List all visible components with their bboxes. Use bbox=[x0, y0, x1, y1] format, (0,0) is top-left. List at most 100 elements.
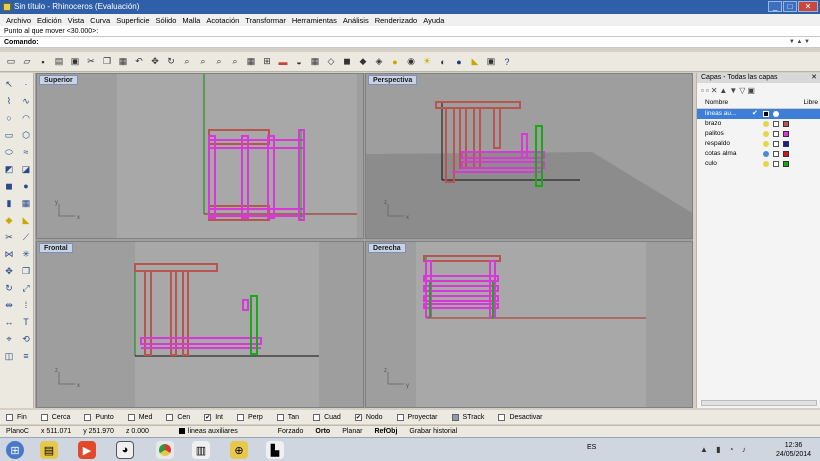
copy-tool-icon[interactable]: ❐ bbox=[18, 263, 34, 279]
arc-icon[interactable]: ◠ bbox=[18, 110, 34, 126]
mesh-icon[interactable]: ▦ bbox=[18, 195, 34, 211]
osnap-desactivar[interactable]: Desactivar bbox=[498, 413, 543, 421]
checkbox[interactable] bbox=[276, 413, 284, 421]
menu-archivo[interactable]: Archivo bbox=[3, 16, 34, 25]
mode-orto[interactable]: Orto bbox=[315, 428, 330, 435]
osnap-perp[interactable]: Perp bbox=[236, 413, 263, 421]
checkbox[interactable] bbox=[6, 413, 13, 421]
paste-icon[interactable]: ▦ bbox=[116, 55, 130, 69]
layer-row[interactable]: respaldo bbox=[697, 139, 820, 149]
delete-layer-icon[interactable]: ✕ bbox=[711, 86, 718, 95]
rhino-taskbar-icon[interactable]: ◕ bbox=[116, 441, 134, 459]
viewport-perspective[interactable]: z x Perspectiva bbox=[365, 73, 693, 239]
filter-icon[interactable]: ▽ bbox=[739, 86, 745, 95]
extrude-icon[interactable]: ◪ bbox=[18, 161, 34, 177]
rendered-icon[interactable]: ◆ bbox=[356, 55, 370, 69]
tray-icons[interactable]: ▲ ▮ ◔ ♪ bbox=[700, 445, 749, 454]
pan-icon[interactable]: ✥ bbox=[148, 55, 162, 69]
checkbox[interactable] bbox=[451, 413, 459, 421]
checkbox-checked[interactable]: ✔ bbox=[204, 413, 212, 421]
menu-transformar[interactable]: Transformar bbox=[242, 16, 289, 25]
dimension-icon[interactable]: ↔ bbox=[1, 314, 17, 330]
move-up-icon[interactable]: ▲ bbox=[719, 86, 727, 95]
viewport-tab-perspective[interactable]: Perspectiva bbox=[368, 75, 418, 85]
command-options-icon[interactable]: ▼ ▲ ▼ bbox=[789, 37, 810, 48]
array-icon[interactable]: ⁞ bbox=[18, 297, 34, 313]
command-prompt[interactable]: Comando: ▼ ▲ ▼ bbox=[0, 37, 820, 48]
bulb-icon[interactable] bbox=[763, 151, 769, 157]
viewport-tab-top[interactable]: Superior bbox=[39, 75, 78, 85]
layer-tool-icon[interactable]: ≡ bbox=[18, 348, 34, 364]
checkbox[interactable] bbox=[166, 413, 174, 421]
lock-icon[interactable] bbox=[773, 151, 779, 157]
language-indicator[interactable]: ES bbox=[587, 444, 596, 451]
checkbox[interactable] bbox=[127, 413, 135, 421]
viewport-tab-right[interactable]: Derecha bbox=[368, 243, 406, 253]
perspective-icon[interactable]: ◇ bbox=[324, 55, 338, 69]
menu-edicion[interactable]: Edición bbox=[34, 16, 65, 25]
checkbox[interactable] bbox=[40, 413, 48, 421]
mode-refobj[interactable]: RefObj bbox=[374, 428, 397, 435]
bulb-icon[interactable] bbox=[763, 121, 769, 127]
viewport-top[interactable]: y x Superior bbox=[36, 73, 364, 239]
layer-row[interactable]: lineas au... ✔ bbox=[697, 109, 820, 119]
app-icon[interactable]: ⊕ bbox=[230, 441, 248, 459]
layer-row[interactable]: brazo bbox=[697, 119, 820, 129]
move-down-icon[interactable]: ▼ bbox=[729, 86, 737, 95]
osnap-med[interactable]: Med bbox=[127, 413, 152, 421]
menu-malla[interactable]: Malla bbox=[179, 16, 203, 25]
undo-icon[interactable]: ↶ bbox=[132, 55, 146, 69]
help-icon[interactable]: ? bbox=[500, 55, 514, 69]
transform-icon[interactable]: ⟲ bbox=[18, 331, 34, 347]
lock-icon[interactable] bbox=[773, 141, 779, 147]
menu-vista[interactable]: Vista bbox=[65, 16, 88, 25]
circle-icon[interactable]: ○ bbox=[1, 110, 17, 126]
osnap-tan[interactable]: Tan bbox=[276, 413, 299, 421]
layer-color-swatch[interactable] bbox=[783, 121, 789, 127]
properties-icon[interactable]: ◣ bbox=[468, 55, 482, 69]
menu-renderizado[interactable]: Renderizado bbox=[372, 16, 421, 25]
checkbox[interactable] bbox=[313, 413, 321, 421]
checkbox-checked[interactable]: ✔ bbox=[354, 413, 362, 421]
current-layer[interactable]: lineas auxiliares bbox=[178, 428, 238, 435]
mode-planar[interactable]: Planar bbox=[342, 428, 362, 435]
osnap-cen[interactable]: Cen bbox=[166, 413, 190, 421]
checkbox[interactable] bbox=[498, 413, 506, 421]
layer-material-icon[interactable] bbox=[773, 111, 779, 117]
render-icon[interactable]: ◐ bbox=[436, 55, 450, 69]
car-icon[interactable]: ▬ bbox=[276, 55, 290, 69]
curve-icon[interactable]: ∿ bbox=[18, 93, 34, 109]
layers-scrollbar[interactable] bbox=[701, 400, 817, 406]
explode-icon[interactable]: ✳ bbox=[18, 246, 34, 262]
analyze-icon[interactable]: ⌖ bbox=[1, 331, 17, 347]
clock[interactable]: 12:36 24/05/2014 bbox=[776, 441, 811, 459]
osnap-int[interactable]: ✔ Int bbox=[204, 413, 223, 421]
sphere-icon[interactable]: ● bbox=[452, 55, 466, 69]
four-view-icon[interactable]: ⊞ bbox=[260, 55, 274, 69]
osnap-punto[interactable]: Punto bbox=[84, 413, 114, 421]
camera-icon[interactable]: ◒ bbox=[292, 55, 306, 69]
bulb-icon[interactable] bbox=[763, 131, 769, 137]
zoom-icon[interactable]: ⌕ bbox=[180, 55, 194, 69]
maximize-button[interactable]: □ bbox=[783, 1, 797, 12]
options-icon[interactable]: ▣ bbox=[484, 55, 498, 69]
osnap-fin[interactable]: Fin bbox=[6, 413, 27, 421]
zoom-extents-icon[interactable]: ⌕ bbox=[212, 55, 226, 69]
file-explorer-icon[interactable]: ▤ bbox=[40, 441, 58, 459]
checkbox[interactable] bbox=[396, 413, 404, 421]
grid-icon[interactable]: ▦ bbox=[308, 55, 322, 69]
polyline-icon[interactable]: ⌇ bbox=[1, 93, 17, 109]
layer-options-icon[interactable]: ▣ bbox=[747, 86, 755, 95]
surface-icon[interactable]: ◩ bbox=[1, 161, 17, 177]
mirror-icon[interactable]: ⇹ bbox=[1, 297, 17, 313]
lock-icon[interactable] bbox=[773, 131, 779, 137]
layer-color-swatch[interactable] bbox=[783, 151, 789, 157]
cylinder-icon[interactable]: ▮ bbox=[1, 195, 17, 211]
text-icon[interactable]: T bbox=[18, 314, 34, 330]
start-button-icon[interactable]: ⊞ bbox=[6, 441, 24, 459]
document-icon[interactable]: ▥ bbox=[192, 441, 210, 459]
viewport-layout-icon[interactable]: ▦ bbox=[244, 55, 258, 69]
osnap-cuad[interactable]: Cuad bbox=[313, 413, 341, 421]
rectangle-icon[interactable]: ▭ bbox=[1, 127, 17, 143]
freeform-icon[interactable]: ≈ bbox=[18, 144, 34, 160]
